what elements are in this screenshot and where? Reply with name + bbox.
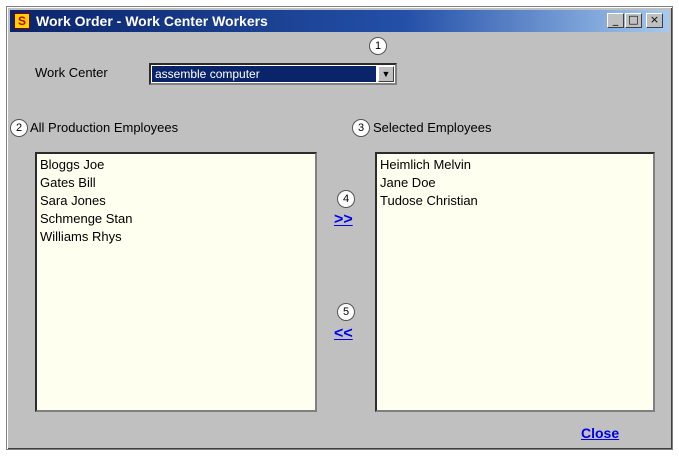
list-item[interactable]: Tudose Christian	[380, 192, 650, 210]
callout-5: 5	[337, 303, 355, 321]
work-center-select[interactable]: assemble computer ▼	[149, 63, 397, 85]
list-item[interactable]: Schmenge Stan	[40, 210, 312, 228]
minimize-button[interactable]: _	[607, 13, 624, 28]
callout-3: 3	[352, 119, 370, 137]
callout-1: 1	[369, 37, 387, 55]
work-center-selected-value[interactable]: assemble computer	[152, 66, 376, 82]
list-item[interactable]: Bloggs Joe	[40, 156, 312, 174]
callout-2: 2	[10, 119, 28, 137]
maximize-button[interactable]: □	[625, 13, 642, 28]
callout-4: 4	[337, 190, 355, 208]
close-link[interactable]: Close	[581, 425, 619, 441]
all-employees-label: All Production Employees	[30, 120, 179, 135]
work-center-workers-window: S Work Order - Work Center Workers _ □ ×…	[6, 6, 673, 450]
list-item[interactable]: Williams Rhys	[40, 228, 312, 246]
remove-employee-button[interactable]: <<	[334, 325, 353, 343]
chevron-down-icon[interactable]: ▼	[378, 66, 394, 82]
list-item[interactable]: Jane Doe	[380, 174, 650, 192]
close-window-button[interactable]: ×	[646, 13, 663, 28]
all-employees-list[interactable]: Bloggs Joe Gates Bill Sara Jones Schmeng…	[35, 152, 317, 412]
app-icon: S	[14, 13, 30, 29]
selected-employees-list[interactable]: Heimlich Melvin Jane Doe Tudose Christia…	[375, 152, 655, 412]
list-item[interactable]: Gates Bill	[40, 174, 312, 192]
list-item[interactable]: Heimlich Melvin	[380, 156, 650, 174]
work-center-label: Work Center	[35, 65, 108, 80]
title-bar[interactable]: S Work Order - Work Center Workers _ □ ×	[10, 10, 669, 32]
window-title: Work Order - Work Center Workers	[36, 13, 268, 29]
list-item[interactable]: Sara Jones	[40, 192, 312, 210]
selected-employees-label: Selected Employees	[373, 120, 492, 135]
add-employee-button[interactable]: >>	[334, 211, 353, 229]
